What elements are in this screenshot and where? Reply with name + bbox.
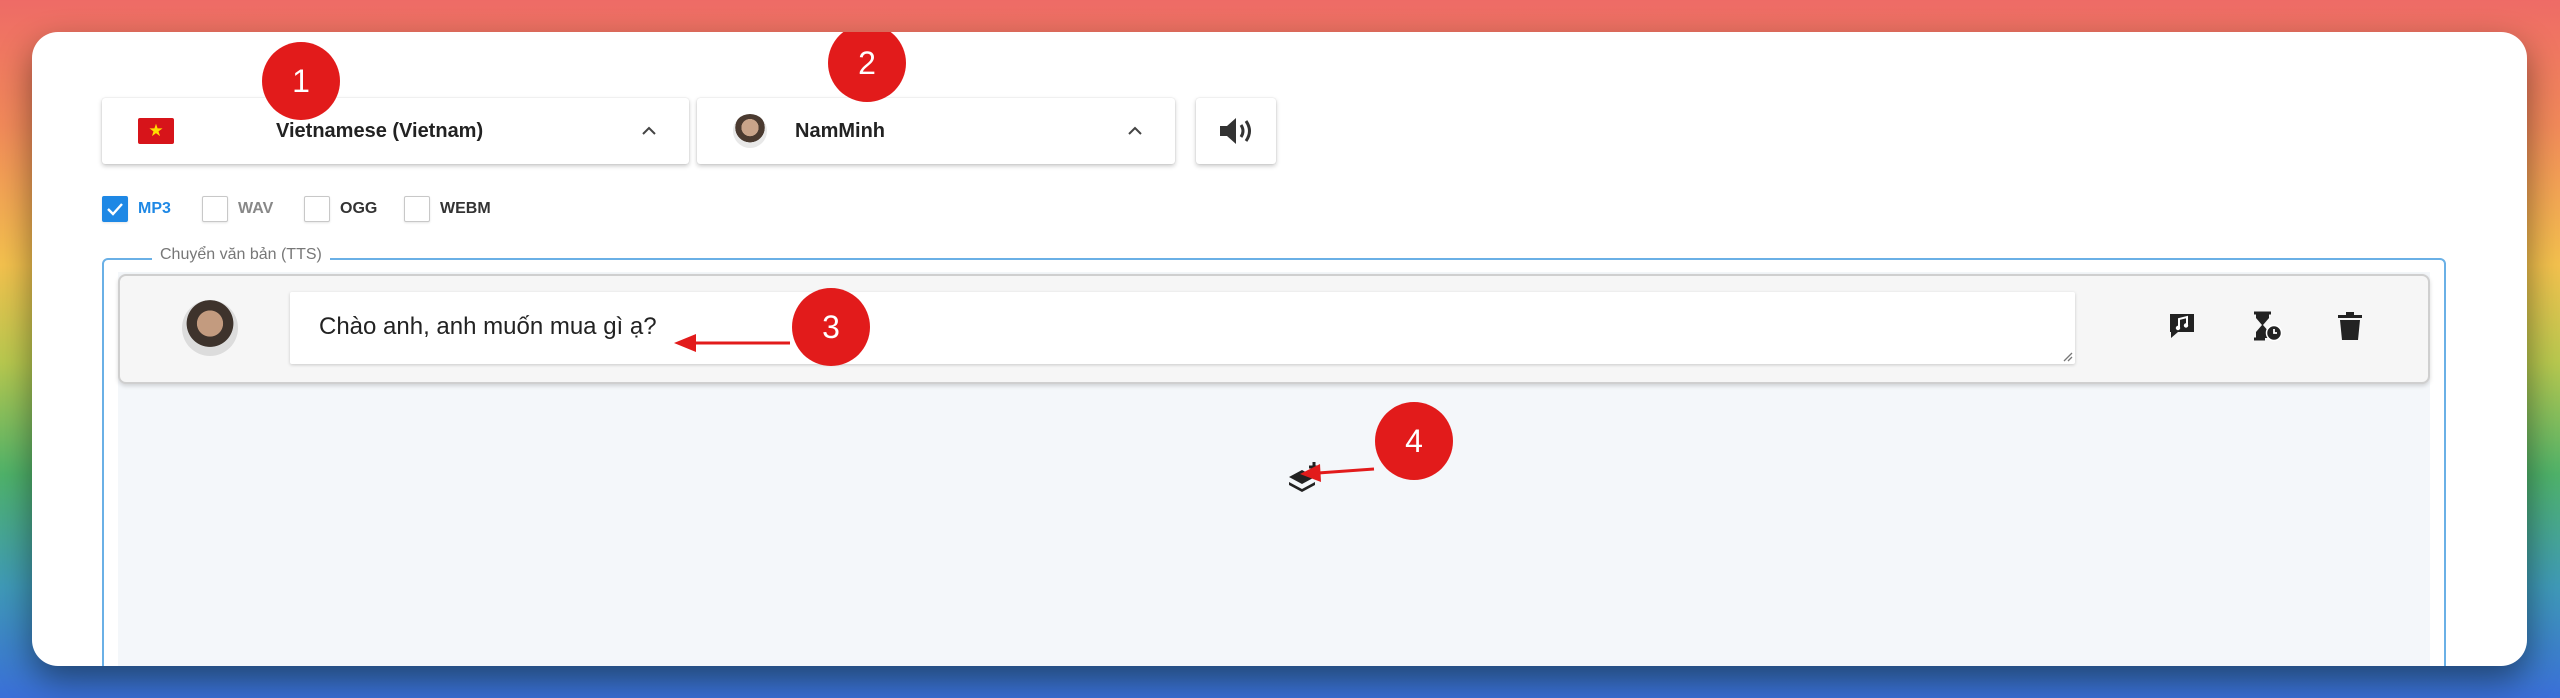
annotation-badge-4: 4: [1375, 402, 1453, 480]
delay-button[interactable]: [2246, 306, 2286, 346]
format-ogg[interactable]: OGG: [304, 196, 377, 222]
format-label: WAV: [238, 200, 274, 217]
arrow-annotation-3: [674, 334, 790, 352]
speaker-avatar[interactable]: [182, 300, 238, 356]
tts-text-value: Chào anh, anh muốn mua gì ạ?: [319, 313, 657, 340]
checkbox-wav[interactable]: [202, 196, 228, 222]
comment-music-button[interactable]: [2162, 306, 2202, 346]
annotation-badge-1: 1: [262, 42, 340, 120]
checkbox-ogg[interactable]: [304, 196, 330, 222]
tts-text-input[interactable]: Chào anh, anh muốn mua gì ạ?: [290, 292, 2075, 364]
checkbox-mp3[interactable]: [102, 196, 128, 222]
format-webm[interactable]: WEBM: [404, 196, 491, 222]
trash-icon: [2338, 312, 2362, 340]
resize-handle-icon[interactable]: [2061, 350, 2073, 362]
hourglass-clock-icon: [2254, 311, 2283, 342]
format-label: OGG: [340, 200, 378, 217]
chevron-up-icon: [642, 126, 656, 135]
speaker-button[interactable]: [1196, 98, 1276, 164]
format-wav[interactable]: WAV: [202, 196, 273, 222]
comment-music-icon: [2170, 314, 2194, 338]
chevron-up-icon: [1128, 126, 1142, 135]
voice-select[interactable]: NamMinh: [697, 98, 1175, 164]
voice-avatar: [733, 114, 767, 148]
speaker-icon: [1220, 118, 1251, 144]
language-select[interactable]: ★ Vietnamese (Vietnam): [102, 98, 689, 164]
tts-panel-legend: Chuyển văn bản (TTS): [152, 246, 330, 264]
language-select-value: Vietnamese (Vietnam): [276, 119, 484, 142]
format-label: MP3: [138, 200, 171, 217]
vietnam-flag-icon: ★: [138, 118, 174, 144]
delete-button[interactable]: [2330, 306, 2370, 346]
tts-card: ★ Vietnamese (Vietnam) NamMinh MP3 WAV O…: [32, 32, 2527, 666]
tts-row: Chào anh, anh muốn mua gì ạ?: [118, 274, 2430, 384]
format-label: WEBM: [440, 200, 491, 217]
format-mp3[interactable]: MP3: [102, 196, 171, 222]
check-icon: [107, 203, 123, 216]
annotation-badge-2: 2: [828, 32, 906, 102]
checkbox-webm[interactable]: [404, 196, 430, 222]
voice-select-value: NamMinh: [795, 119, 885, 142]
annotation-badge-3: 3: [792, 288, 870, 366]
arrow-annotation-4: [1300, 464, 1375, 482]
